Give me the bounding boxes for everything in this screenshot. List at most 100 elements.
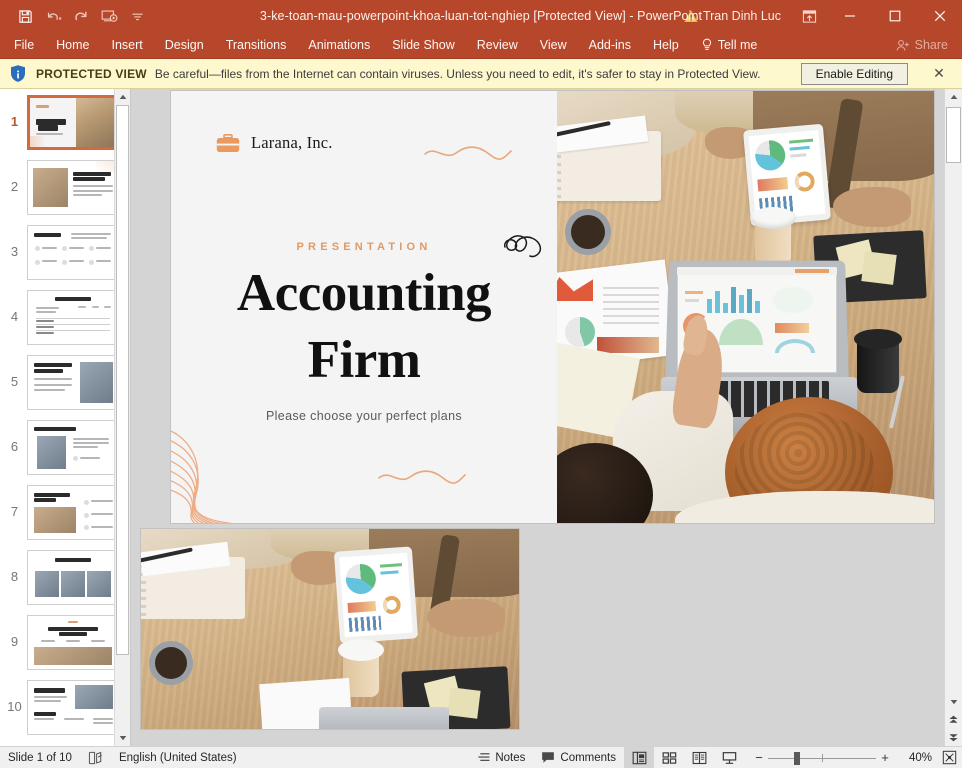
- slide-thumbnail-preview-1[interactable]: [27, 95, 119, 150]
- tab-transitions[interactable]: Transitions: [215, 32, 298, 58]
- thumbnail-scroll-track[interactable]: [115, 105, 130, 730]
- slide-thumbnail-preview-7[interactable]: [27, 485, 119, 540]
- briefcase-icon: [216, 133, 240, 153]
- account-name: Tran Dinh Luc: [702, 9, 781, 23]
- zoom-level-label[interactable]: 40%: [894, 752, 936, 764]
- slide-thumbnail-2[interactable]: 2: [0, 160, 130, 215]
- view-slide-show-button[interactable]: [714, 747, 744, 768]
- language-button[interactable]: English (United States): [111, 747, 245, 768]
- close-protected-view-bar-icon[interactable]: ✕: [926, 63, 952, 85]
- scroll-down-icon[interactable]: [945, 694, 962, 710]
- scroll-thumb[interactable]: [946, 107, 961, 163]
- undo-icon[interactable]: [40, 4, 66, 28]
- share-button[interactable]: Share: [882, 32, 962, 58]
- slide-thumbnail-10[interactable]: 10: [0, 680, 130, 735]
- fit-slide-to-window-button[interactable]: [936, 747, 962, 768]
- thumbnail-scroll-down-icon[interactable]: [115, 730, 130, 746]
- slide-thumbnail-3[interactable]: 3: [0, 225, 130, 280]
- slide-number-3: 3: [10, 244, 19, 259]
- meeting-photo: [557, 91, 934, 523]
- notes-button[interactable]: Notes: [469, 747, 533, 768]
- tab-design[interactable]: Design: [154, 32, 215, 58]
- slide-thumbnail-preview-3[interactable]: [27, 225, 119, 280]
- slide-number-10: 10: [7, 699, 22, 714]
- tab-file[interactable]: File: [0, 32, 45, 58]
- minimize-button[interactable]: [827, 0, 872, 32]
- title-bar: 3-ke-toan-mau-powerpoint-khoa-luan-tot-n…: [0, 0, 962, 32]
- enable-editing-button[interactable]: Enable Editing: [800, 62, 908, 85]
- ribbon-display-options-icon[interactable]: [791, 0, 827, 32]
- close-button[interactable]: [917, 0, 962, 32]
- view-normal-button[interactable]: [624, 746, 654, 768]
- tab-review[interactable]: Review: [466, 32, 529, 58]
- slide-thumbnail-6[interactable]: 6: [0, 420, 130, 475]
- protected-view-label: PROTECTED VIEW: [36, 66, 147, 81]
- tell-me-box[interactable]: Tell me: [690, 32, 769, 58]
- zoom-slider-handle[interactable]: [794, 751, 800, 765]
- tab-view[interactable]: View: [529, 32, 578, 58]
- slide-vertical-scrollbar[interactable]: [944, 89, 962, 746]
- slide-canvas-area: Larana, Inc. PRESENTATION Accounting Fir…: [131, 89, 944, 746]
- tab-slide-show[interactable]: Slide Show: [381, 32, 466, 58]
- slide-thumbnail-preview-8[interactable]: [27, 550, 119, 605]
- zoom-controls: − + 40%: [744, 747, 962, 768]
- slide-thumbnail-9[interactable]: 9: [0, 615, 130, 670]
- tab-animations[interactable]: Animations: [297, 32, 381, 58]
- thumbnail-pane-scrollbar[interactable]: [114, 89, 130, 746]
- tab-help[interactable]: Help: [642, 32, 690, 58]
- language-label: English (United States): [118, 751, 237, 764]
- slide-thumbnail-list: 1 2 3 4 5 6 7 8 9 10: [0, 89, 130, 746]
- thumbnail-scroll-thumb[interactable]: [116, 105, 129, 655]
- slide-thumbnail-preview-10[interactable]: [27, 680, 119, 735]
- tab-home[interactable]: Home: [45, 32, 100, 58]
- scroll-track[interactable]: [945, 105, 962, 694]
- shield-info-icon: [8, 64, 28, 84]
- view-slide-sorter-button[interactable]: [654, 747, 684, 768]
- slide-thumbnail-1[interactable]: 1: [0, 95, 130, 150]
- next-slide-icon[interactable]: [945, 728, 962, 746]
- tab-add-ins[interactable]: Add-ins: [578, 32, 642, 58]
- view-reading-view-button[interactable]: [684, 747, 714, 768]
- slide-number-6: 6: [10, 439, 19, 454]
- slide-thumbnail-8[interactable]: 8: [0, 550, 130, 605]
- next-slide-preview[interactable]: [141, 529, 519, 729]
- next-slide-photo: [141, 529, 519, 729]
- current-slide[interactable]: Larana, Inc. PRESENTATION Accounting Fir…: [171, 91, 934, 523]
- tab-insert[interactable]: Insert: [101, 32, 154, 58]
- quick-access-toolbar: [0, 4, 150, 28]
- slide-kicker: PRESENTATION: [296, 241, 432, 253]
- customize-quick-access-icon[interactable]: [124, 4, 150, 28]
- slide-number-9: 9: [10, 634, 19, 649]
- maximize-button[interactable]: [872, 0, 917, 32]
- slide-title-line2: Firm: [307, 331, 421, 389]
- slide-counter[interactable]: Slide 1 of 10: [0, 747, 80, 768]
- comments-label: Comments: [560, 751, 616, 764]
- accessibility-checker-button[interactable]: [80, 747, 111, 768]
- accessibility-icon: [88, 751, 103, 765]
- slide-thumbnail-preview-5[interactable]: [27, 355, 119, 410]
- zoom-slider[interactable]: [768, 747, 876, 768]
- thumbnail-scroll-up-icon[interactable]: [115, 89, 130, 105]
- slide-thumbnail-7[interactable]: 7: [0, 485, 130, 540]
- save-icon[interactable]: [12, 4, 38, 28]
- slide-thumbnail-preview-9[interactable]: [27, 615, 119, 670]
- scroll-up-icon[interactable]: [945, 89, 962, 105]
- slide-thumbnail-preview-6[interactable]: [27, 420, 119, 475]
- slide-thumbnail-5[interactable]: 5: [0, 355, 130, 410]
- zoom-in-button[interactable]: +: [876, 747, 894, 768]
- previous-slide-icon[interactable]: [945, 710, 962, 728]
- start-from-beginning-icon[interactable]: [96, 4, 122, 28]
- slide-thumbnail-preview-4[interactable]: [27, 290, 119, 345]
- protected-view-bar: PROTECTED VIEW Be careful—files from the…: [0, 59, 962, 89]
- zoom-out-button[interactable]: −: [750, 747, 768, 768]
- slide-thumbnail-4[interactable]: 4: [0, 290, 130, 345]
- slide-title-block: PRESENTATION Accounting Firm Please choo…: [171, 241, 557, 423]
- wave-lines-decoration: [171, 430, 233, 523]
- comments-button[interactable]: Comments: [533, 747, 624, 768]
- account-button[interactable]: Tran Dinh Luc: [674, 0, 791, 32]
- status-bar: Slide 1 of 10 English (United States) No…: [0, 746, 962, 768]
- slide-number-5: 5: [10, 374, 19, 389]
- slide-thumbnail-preview-2[interactable]: [27, 160, 119, 215]
- redo-icon[interactable]: [68, 4, 94, 28]
- brand-name: Larana, Inc.: [251, 133, 333, 152]
